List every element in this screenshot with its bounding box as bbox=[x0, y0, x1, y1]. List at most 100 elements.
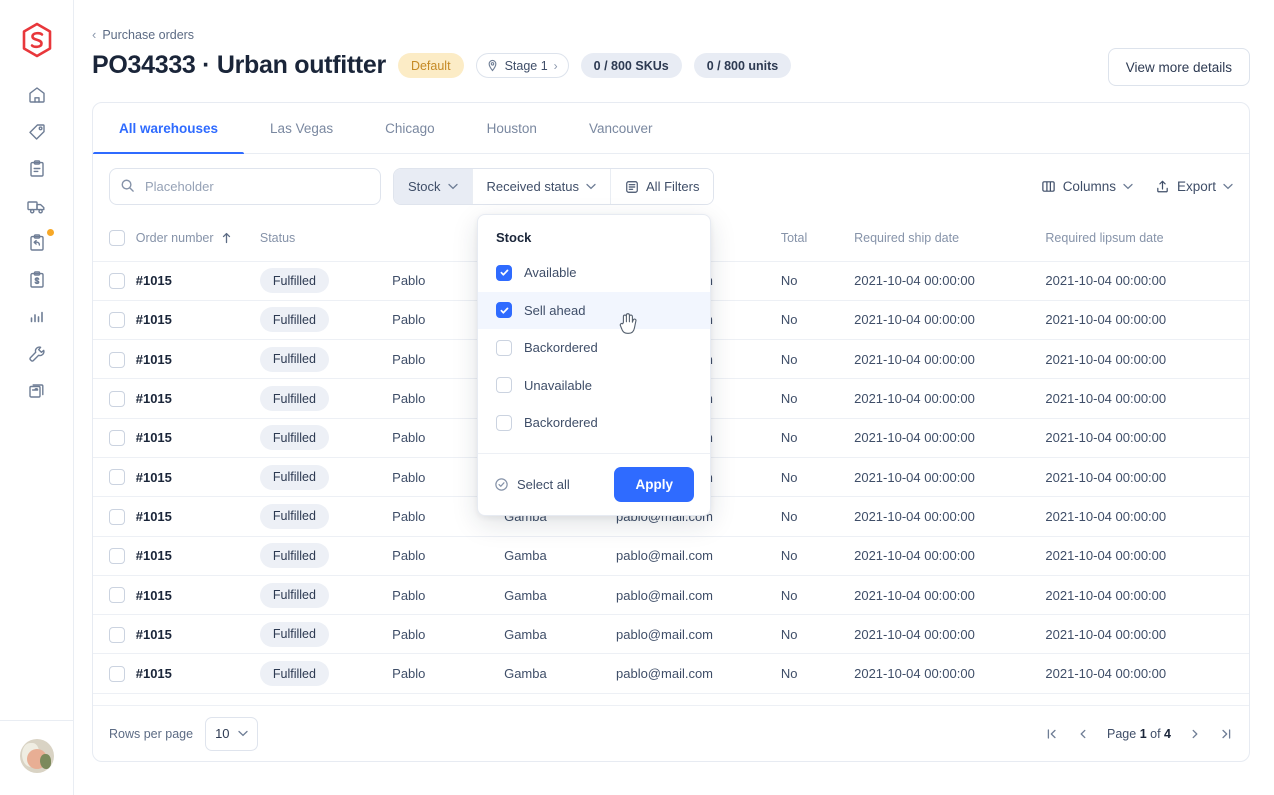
th-total[interactable]: Total bbox=[781, 219, 854, 261]
th-required-lipsum-date[interactable]: Required lipsum date bbox=[1045, 219, 1249, 261]
filter-received-status-button[interactable]: Received status bbox=[473, 169, 612, 204]
th-status[interactable]: Status bbox=[260, 219, 392, 261]
row-checkbox[interactable] bbox=[109, 430, 125, 446]
cell-last-name: Gamba bbox=[504, 575, 616, 614]
export-button[interactable]: Export bbox=[1155, 179, 1233, 194]
main-content: ‹ Purchase orders PO34333 · Urban outfit… bbox=[74, 0, 1274, 795]
cell-total: No bbox=[781, 379, 854, 418]
stock-option-checkbox[interactable] bbox=[496, 302, 512, 318]
cell-required-ship-date: 2021-10-04 00:00:00 bbox=[854, 300, 1045, 339]
stock-option-sell-ahead[interactable]: Sell ahead bbox=[478, 292, 710, 330]
cell-email: pablo@mail.com bbox=[616, 536, 781, 575]
breadcrumb[interactable]: ‹ Purchase orders bbox=[92, 28, 194, 42]
cell-status: Fulfilled bbox=[260, 497, 392, 536]
stock-option-checkbox[interactable] bbox=[496, 340, 512, 356]
order-number-value: #1015 bbox=[136, 312, 172, 327]
apply-button[interactable]: Apply bbox=[614, 467, 694, 502]
tab-chicago[interactable]: Chicago bbox=[359, 103, 461, 153]
tab-all-warehouses[interactable]: All warehouses bbox=[93, 103, 244, 153]
filter-stock-button[interactable]: Stock bbox=[394, 169, 473, 204]
table-row[interactable]: #1015FulfilledPabloGambapablo@mail.comNo… bbox=[93, 536, 1249, 575]
search-input[interactable] bbox=[109, 168, 381, 205]
breadcrumb-label: Purchase orders bbox=[102, 28, 194, 42]
row-checkbox[interactable] bbox=[109, 352, 125, 368]
sidebar-item-products[interactable] bbox=[18, 119, 56, 145]
notification-dot bbox=[47, 229, 54, 236]
cell-order-number: #1015 bbox=[136, 575, 260, 614]
select-all-checkbox[interactable] bbox=[109, 230, 125, 246]
cell-total: No bbox=[781, 300, 854, 339]
row-checkbox[interactable] bbox=[109, 273, 125, 289]
row-checkbox[interactable] bbox=[109, 666, 125, 682]
view-more-details-button[interactable]: View more details bbox=[1108, 48, 1250, 86]
tab-las-vegas[interactable]: Las Vegas bbox=[244, 103, 359, 153]
cell-required-ship-date: 2021-10-04 00:00:00 bbox=[854, 340, 1045, 379]
stock-dropdown-title: Stock bbox=[478, 215, 710, 254]
stock-option-available[interactable]: Available bbox=[478, 254, 710, 292]
stock-option-backordered[interactable]: Backordered bbox=[478, 329, 710, 367]
columns-button[interactable]: Columns bbox=[1041, 179, 1133, 194]
sidebar-nav bbox=[18, 82, 56, 404]
tab-houston[interactable]: Houston bbox=[461, 103, 563, 153]
page-title: PO34333 · Urban outfitter bbox=[92, 51, 386, 80]
page-middle: of bbox=[1150, 727, 1160, 741]
stock-option-backordered[interactable]: Backordered bbox=[478, 404, 710, 442]
sidebar-item-documents[interactable] bbox=[18, 378, 56, 404]
warehouse-tabs: All warehouses Las Vegas Chicago Houston… bbox=[93, 103, 1249, 154]
cell-order-number: #1015 bbox=[136, 497, 260, 536]
page-total: 4 bbox=[1164, 727, 1171, 741]
cell-required-lipsum-date: 2021-10-04 00:00:00 bbox=[1045, 457, 1249, 496]
all-filters-button[interactable]: All Filters bbox=[611, 169, 713, 204]
avatar[interactable] bbox=[20, 739, 54, 773]
columns-label: Columns bbox=[1063, 179, 1116, 194]
stock-option-checkbox[interactable] bbox=[496, 377, 512, 393]
row-checkbox[interactable] bbox=[109, 548, 125, 564]
stage-badge-label: Stage 1 bbox=[505, 59, 548, 73]
rows-per-page-select[interactable]: 10 bbox=[205, 717, 257, 751]
stock-option-unavailable[interactable]: Unavailable bbox=[478, 367, 710, 405]
cell-required-ship-date: 2021-10-04 00:00:00 bbox=[854, 418, 1045, 457]
last-page-button[interactable] bbox=[1219, 727, 1233, 741]
row-checkbox[interactable] bbox=[109, 391, 125, 407]
tab-vancouver[interactable]: Vancouver bbox=[563, 103, 679, 153]
row-checkbox[interactable] bbox=[109, 509, 125, 525]
table-row[interactable]: #1015FulfilledPabloGambapablo@mail.comNo… bbox=[93, 615, 1249, 654]
chevron-down-icon bbox=[238, 730, 248, 737]
filter-received-status-label: Received status bbox=[487, 179, 580, 194]
stock-option-checkbox[interactable] bbox=[496, 265, 512, 281]
row-checkbox[interactable] bbox=[109, 469, 125, 485]
row-select-cell bbox=[93, 654, 136, 693]
select-all-button[interactable]: Select all bbox=[494, 477, 570, 492]
cell-required-ship-date: 2021-10-04 00:00:00 bbox=[854, 457, 1045, 496]
cell-required-lipsum-date: 2021-10-04 00:00:00 bbox=[1045, 379, 1249, 418]
table-row[interactable]: #1015FulfilledPabloGambapablo@mail.comNo… bbox=[93, 575, 1249, 614]
cell-order-number: #1015 bbox=[136, 654, 260, 693]
th-order-number[interactable]: Order number bbox=[136, 219, 260, 261]
stock-dropdown-footer: Select all Apply bbox=[478, 453, 710, 515]
sidebar-item-home[interactable] bbox=[18, 82, 56, 108]
stock-option-label: Unavailable bbox=[524, 378, 592, 393]
sidebar-item-returns[interactable] bbox=[18, 230, 56, 256]
th-required-ship-date[interactable]: Required ship date bbox=[854, 219, 1045, 261]
chevron-down-icon bbox=[586, 183, 596, 190]
row-checkbox[interactable] bbox=[109, 312, 125, 328]
sidebar-item-analytics[interactable] bbox=[18, 304, 56, 330]
stock-option-checkbox[interactable] bbox=[496, 415, 512, 431]
sidebar-divider bbox=[0, 720, 74, 721]
cell-total: No bbox=[781, 497, 854, 536]
first-page-button[interactable] bbox=[1045, 727, 1059, 741]
next-page-button[interactable] bbox=[1188, 727, 1202, 741]
table-row[interactable]: #1015FulfilledPabloGambapablo@mail.comNo… bbox=[93, 654, 1249, 693]
sidebar-item-tools[interactable] bbox=[18, 341, 56, 367]
logo-shipbob-icon[interactable] bbox=[17, 20, 57, 60]
row-checkbox[interactable] bbox=[109, 587, 125, 603]
order-number-value: #1015 bbox=[136, 391, 172, 406]
prev-page-button[interactable] bbox=[1076, 727, 1090, 741]
sidebar-item-shipping[interactable] bbox=[18, 193, 56, 219]
cell-required-lipsum-date: 2021-10-04 00:00:00 bbox=[1045, 654, 1249, 693]
stage-badge[interactable]: Stage 1 › bbox=[476, 53, 569, 78]
sidebar-item-billing[interactable] bbox=[18, 267, 56, 293]
row-checkbox[interactable] bbox=[109, 627, 125, 643]
sidebar-item-orders[interactable] bbox=[18, 156, 56, 182]
search-wrapper bbox=[109, 168, 381, 205]
